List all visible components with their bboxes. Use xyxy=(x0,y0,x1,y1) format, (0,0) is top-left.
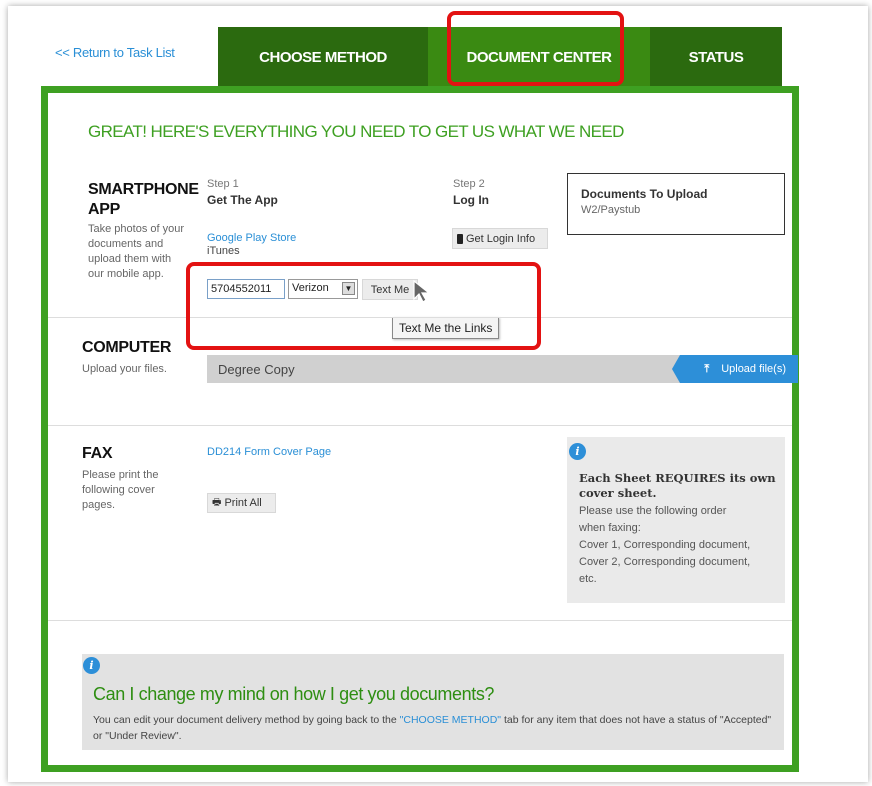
google-play-store-link[interactable]: Google Play Store xyxy=(207,232,296,244)
smartphone-title-line1: SMARTPHONE xyxy=(88,181,199,198)
documents-to-upload-title: Documents To Upload xyxy=(581,187,708,201)
tab-choose-method[interactable]: CHOOSE METHOD xyxy=(218,27,428,87)
fax-description: Please print the following cover pages. xyxy=(82,468,158,513)
info-icon: i xyxy=(83,657,100,674)
faq-title: Can I change my mind on how I get you do… xyxy=(93,684,495,704)
step1-title: Get The App xyxy=(207,193,278,207)
smartphone-description: Take photos of your documents and upload… xyxy=(88,222,184,282)
fax-desc-line: following cover xyxy=(82,484,155,496)
fax-info-line: when faxing: xyxy=(579,522,641,534)
fax-info-line: Cover 2, Corresponding document, xyxy=(579,556,751,568)
upload-files-label: Upload file(s) xyxy=(721,363,786,375)
smartphone-title-line2: APP xyxy=(88,201,120,218)
fax-info-title: Each Sheet REQUIRES its own cover sheet. xyxy=(579,471,776,501)
computer-title: COMPUTER xyxy=(82,339,172,356)
choose-method-inline-link[interactable]: "CHOOSE METHOD" xyxy=(400,714,501,726)
step1-label: Step 1 xyxy=(207,178,239,190)
step2-label: Step 2 xyxy=(453,178,485,190)
section-divider xyxy=(48,317,792,318)
fax-info-title-line2: cover sheet. xyxy=(579,486,657,500)
step2-title: Log In xyxy=(453,193,489,207)
fax-title: FAX xyxy=(82,445,113,462)
text-me-button[interactable]: Text Me xyxy=(362,279,418,300)
smartphone-desc-line: Take photos of your xyxy=(88,223,185,235)
computer-description: Upload your files. xyxy=(82,363,167,375)
smartphone-title: SMARTPHONE APP xyxy=(88,180,199,220)
return-to-task-list-link[interactable]: << Return to Task List xyxy=(55,45,175,60)
fax-info-line: Cover 1, Corresponding document, xyxy=(579,539,751,551)
fax-desc-line: Please print the xyxy=(82,469,159,481)
file-row: Degree Copy xyxy=(207,355,682,383)
print-all-label: Print All xyxy=(224,497,262,509)
fax-info-text: Please use the following order when faxi… xyxy=(579,503,750,588)
documents-to-upload-box: Documents To Upload W2/Paystub xyxy=(567,173,785,235)
faq-text-before: You can edit your document delivery meth… xyxy=(93,714,400,726)
get-login-info-button[interactable]: Get Login Info xyxy=(452,228,548,249)
fax-info-title-line1: Each Sheet REQUIRES its own xyxy=(579,471,776,485)
carrier-selected-value: Verizon xyxy=(292,282,329,294)
printer-icon: 🖶 xyxy=(212,496,222,508)
mouse-cursor-icon xyxy=(413,279,431,303)
smartphone-desc-line: our mobile app. xyxy=(88,268,164,280)
get-login-info-label: Get Login Info xyxy=(466,232,536,245)
fax-info-line: etc. xyxy=(579,573,597,585)
itunes-link[interactable]: iTunes xyxy=(207,245,240,257)
tab-status[interactable]: STATUS xyxy=(650,27,782,87)
upload-files-button[interactable]: ⤒ Upload file(s) xyxy=(672,355,798,383)
fax-info-line: Please use the following order xyxy=(579,505,727,517)
phone-number-input[interactable] xyxy=(207,279,285,299)
fax-desc-line: pages. xyxy=(82,499,116,511)
smartphone-desc-line: upload them with xyxy=(88,253,172,265)
upload-icon: ⤒ xyxy=(704,362,710,375)
tab-document-center[interactable]: DOCUMENT CENTER xyxy=(428,27,650,87)
print-all-button[interactable]: 🖶 Print All xyxy=(207,493,276,513)
page-headline: GREAT! HERE'S EVERYTHING YOU NEED TO GET… xyxy=(88,122,624,141)
section-divider xyxy=(48,620,792,621)
faq-text: You can edit your document delivery meth… xyxy=(93,712,773,744)
documents-to-upload-item: W2/Paystub xyxy=(581,204,641,216)
carrier-select[interactable]: Verizon ▼ xyxy=(288,279,358,299)
phone-icon xyxy=(457,233,463,244)
smartphone-desc-line: documents and xyxy=(88,238,164,250)
fax-info-panel: i Each Sheet REQUIRES its own cover shee… xyxy=(567,437,785,603)
file-name: Degree Copy xyxy=(218,361,295,377)
section-divider xyxy=(48,425,792,426)
text-me-tooltip: Text Me the Links xyxy=(392,317,500,339)
dropdown-arrow-icon: ▼ xyxy=(342,282,355,295)
info-icon: i xyxy=(569,443,586,460)
dd214-cover-page-link[interactable]: DD214 Form Cover Page xyxy=(207,446,331,458)
